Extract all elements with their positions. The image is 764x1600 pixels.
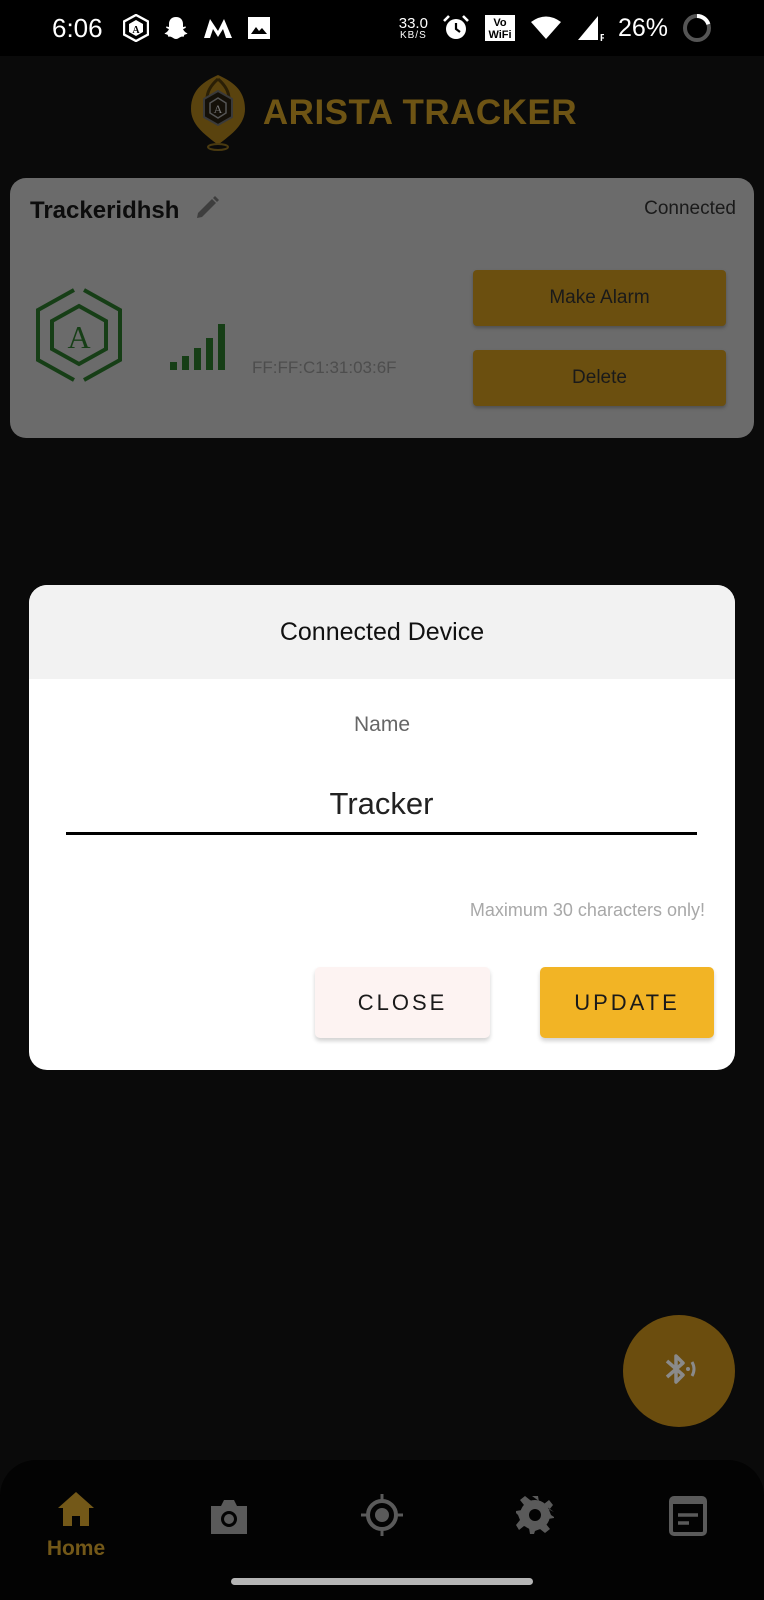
- svg-text:R: R: [600, 33, 604, 42]
- status-time: 6:06: [52, 12, 103, 43]
- home-icon: [56, 1490, 96, 1533]
- device-name: Trackeridhsh: [30, 196, 180, 224]
- nav-notes[interactable]: [638, 1496, 738, 1541]
- bluetooth-scan-fab[interactable]: [623, 1315, 735, 1427]
- svg-text:Vo: Vo: [493, 17, 507, 29]
- mac-address: FF:FF:C1:31:03:6F: [252, 358, 397, 377]
- name-input[interactable]: [66, 775, 697, 835]
- nav-camera[interactable]: [179, 1498, 279, 1541]
- gear-icon: [514, 1494, 556, 1541]
- close-button[interactable]: CLOSE: [315, 967, 490, 1038]
- svg-text:A: A: [214, 102, 223, 116]
- rename-device-dialog: Connected Device Name Maximum 30 charact…: [29, 585, 735, 1070]
- battery-percent: 26%: [617, 13, 668, 42]
- nav-home-label: Home: [46, 1537, 106, 1560]
- status-bar: 6:06 A 33.0 KB/S Vo WiFi R 26%: [0, 0, 764, 56]
- network-speed: 33.0 KB/S: [399, 16, 428, 41]
- network-speed-value: 33.0: [398, 14, 428, 32]
- wifi-icon: [530, 15, 562, 41]
- make-alarm-button[interactable]: Make Alarm: [473, 270, 726, 326]
- dialog-header: Connected Device: [29, 585, 735, 679]
- update-button[interactable]: UPDATE: [540, 967, 714, 1038]
- alarm-icon: [442, 14, 470, 42]
- camera-icon: [208, 1498, 250, 1541]
- myntra-icon: [203, 17, 233, 39]
- connection-status: Connected: [644, 198, 736, 219]
- network-speed-unit: KB/S: [399, 29, 427, 41]
- nav-locate[interactable]: [332, 1492, 432, 1543]
- svg-text:A: A: [67, 319, 90, 355]
- max-characters-hint: Maximum 30 characters only!: [469, 900, 705, 920]
- snapchat-icon: [163, 15, 189, 41]
- gesture-home-indicator[interactable]: [231, 1578, 533, 1585]
- cell-signal-roaming-icon: R: [576, 14, 604, 42]
- battery-ring-icon: [682, 13, 712, 43]
- vowifi-icon: Vo WiFi: [484, 14, 516, 42]
- name-field-label: Name: [353, 713, 411, 736]
- signal-strength-icon: [170, 322, 230, 377]
- device-arista-logo-icon: A: [32, 286, 126, 389]
- svg-text:WiFi: WiFi: [488, 29, 511, 41]
- device-card: Trackeridhsh Connected A FF:FF:C1:31:03:…: [10, 178, 754, 438]
- app-logo-icon: A: [187, 71, 249, 156]
- edit-name-pencil-icon[interactable]: [193, 194, 221, 227]
- gps-target-icon: [359, 1492, 405, 1543]
- notes-icon: [669, 1496, 707, 1541]
- svg-text:A: A: [132, 25, 140, 36]
- delete-button[interactable]: Delete: [473, 350, 726, 406]
- nav-settings[interactable]: [485, 1494, 585, 1541]
- arista-app-icon: A: [122, 14, 149, 42]
- gallery-icon: [247, 16, 271, 40]
- app-header: A ARISTA TRACKER: [0, 68, 764, 158]
- nav-home[interactable]: Home: [26, 1490, 126, 1561]
- app-title: ARISTA TRACKER: [262, 93, 578, 132]
- dialog-title: Connected Device: [279, 617, 485, 646]
- bluetooth-audio-icon: [657, 1347, 701, 1396]
